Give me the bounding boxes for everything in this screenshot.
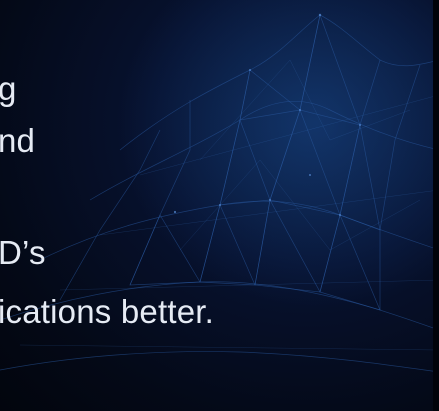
hero-text-line-1: g bbox=[0, 70, 17, 107]
hero-text-line-3: D’s bbox=[0, 234, 46, 271]
hero-text-line-2: nd bbox=[0, 122, 36, 159]
right-edge-divider bbox=[433, 0, 439, 411]
hero-banner: g nd D’s ications better. bbox=[0, 0, 439, 411]
hero-text: g nd D’s ications better. bbox=[0, 0, 439, 411]
hero-text-line-4: ications better. bbox=[0, 293, 214, 330]
